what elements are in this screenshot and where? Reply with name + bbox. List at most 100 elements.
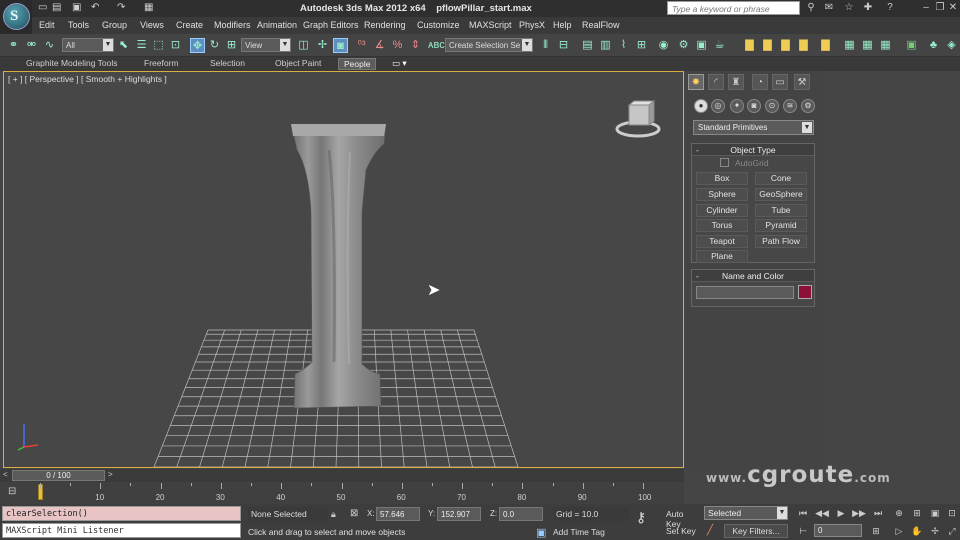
close-icon[interactable]: ✕ xyxy=(947,2,959,14)
modify-panel-tab-icon[interactable]: ◜ xyxy=(708,74,724,90)
graphite-ribbon-icon[interactable]: ▥ xyxy=(598,38,613,53)
go-to-start-icon[interactable]: ⏮ xyxy=(796,506,810,520)
systems-category-icon[interactable]: ⚙ xyxy=(801,99,815,113)
time-slider-prev-icon[interactable]: < xyxy=(3,470,8,479)
angle-snap-icon[interactable]: ∡ xyxy=(372,38,387,53)
zoom-extents-icon[interactable]: ▣ xyxy=(928,506,942,520)
cone-button[interactable]: Cone xyxy=(755,172,807,185)
unlink-selection-icon[interactable]: ⚮ xyxy=(24,38,39,53)
open-file-icon[interactable]: ▤ xyxy=(52,2,61,13)
zoom-icon[interactable]: ⊕ xyxy=(892,506,906,520)
menu-group[interactable]: Group xyxy=(102,20,127,30)
search-icon[interactable]: ⚲ xyxy=(805,2,817,14)
pan-view-icon[interactable]: ✋ xyxy=(910,524,924,538)
geometry-category-icon[interactable]: ● xyxy=(694,99,708,113)
selection-lock-icon[interactable]: 🔒︎ xyxy=(331,509,336,520)
tube-button[interactable]: Tube xyxy=(755,204,807,217)
lights-category-icon[interactable]: ✦ xyxy=(730,99,744,113)
pillar-mesh[interactable] xyxy=(4,72,684,468)
menu-rendering[interactable]: Rendering xyxy=(364,20,406,30)
tab-object-paint[interactable]: Object Paint xyxy=(275,58,321,68)
z-coordinate-field[interactable]: 0.0 xyxy=(499,507,543,521)
set-key-button[interactable]: Set Key xyxy=(663,524,703,538)
time-tag-icon[interactable]: ▣ xyxy=(536,526,546,539)
auto-key-button[interactable]: Auto Key xyxy=(663,507,703,529)
ribbon-minimize-icon[interactable]: ▭ ▾ xyxy=(392,58,407,69)
go-to-end-icon[interactable]: ⏭ xyxy=(871,506,885,520)
tab-freeform[interactable]: Freeform xyxy=(144,58,178,68)
tab-graphite-modeling-tools[interactable]: Graphite Modeling Tools xyxy=(26,58,118,68)
create-panel-tab-icon[interactable]: ✸ xyxy=(688,74,704,90)
material-editor-icon[interactable]: ◉ xyxy=(656,38,671,53)
object-color-swatch[interactable] xyxy=(798,285,812,299)
select-by-name-icon[interactable]: ☰ xyxy=(134,38,149,53)
previous-frame-icon[interactable]: ◀◀ xyxy=(815,506,829,520)
rendered-frame-window-icon[interactable]: ▣ xyxy=(694,38,709,53)
hierarchy-panel-tab-icon[interactable]: ♜ xyxy=(728,74,744,90)
project-folder-icon[interactable]: ▦ xyxy=(144,2,153,13)
motion-panel-tab-icon[interactable]: ◔ xyxy=(752,74,768,90)
set-key-mode-icon[interactable]: ⚷ xyxy=(636,509,646,526)
next-frame-icon[interactable]: ▶▶ xyxy=(852,506,866,520)
align-icon[interactable]: ⊟ xyxy=(556,38,571,53)
mirror-icon[interactable]: ⫴ xyxy=(538,38,553,53)
time-configuration-icon[interactable]: ⊞ xyxy=(869,524,883,538)
menu-graph-editors[interactable]: Graph Editors xyxy=(303,20,359,30)
tab-people[interactable]: People xyxy=(338,58,377,70)
pivot-point-center-icon[interactable]: ◫ xyxy=(296,38,311,53)
help-icon[interactable]: ? xyxy=(884,2,896,14)
maxscript-command-line[interactable]: clearSelection() xyxy=(2,506,241,521)
object-category-dropdown[interactable]: Standard Primitives ▼ xyxy=(693,120,814,135)
maximize-viewport-icon[interactable]: ⤢ xyxy=(945,524,959,538)
percent-snap-icon[interactable]: % xyxy=(390,38,405,53)
menu-tools[interactable]: Tools xyxy=(68,20,89,30)
search-input[interactable]: Type a keyword or phrase xyxy=(667,1,800,15)
utilities-panel-tab-icon[interactable]: ⚒ xyxy=(794,74,810,90)
plane-button[interactable]: Plane xyxy=(696,250,748,263)
name-and-color-rollout-header[interactable]: - Name and Color xyxy=(692,270,814,282)
object-type-rollout-header[interactable]: - Object Type xyxy=(692,144,814,156)
undo-icon[interactable]: ↶ xyxy=(91,2,99,13)
cylinder-button[interactable]: Cylinder xyxy=(696,204,748,217)
favorites-star-icon[interactable]: ☆ xyxy=(843,2,855,14)
perspective-viewport[interactable]: [ + ] [ Perspective ] [ Smooth + Highlig… xyxy=(3,71,684,468)
schematic-view-icon[interactable]: ⊞ xyxy=(634,38,649,53)
sphere-button[interactable]: Sphere xyxy=(696,188,748,201)
menu-modifiers[interactable]: Modifiers xyxy=(214,20,251,30)
menu-realflow[interactable]: RealFlow xyxy=(582,20,620,30)
toolbar-extra-5-icon[interactable]: ▇ xyxy=(818,38,833,53)
toolbar-extra-2-icon[interactable]: ▇ xyxy=(760,38,775,53)
play-icon[interactable]: ▶ xyxy=(834,506,848,520)
toolbar-extra-3-icon[interactable]: ▇ xyxy=(778,38,793,53)
layer-manager-icon[interactable]: ▤ xyxy=(580,38,595,53)
toolbar-extra-6-icon[interactable]: ▦ xyxy=(842,38,857,53)
shapes-category-icon[interactable]: ◎ xyxy=(711,99,725,113)
geosphere-button[interactable]: GeoSphere xyxy=(755,188,807,201)
select-and-rotate-icon[interactable]: ↻ xyxy=(207,38,222,53)
named-selection-dropdown[interactable]: Create Selection Se ▼ xyxy=(445,38,533,52)
subscription-icon[interactable]: ✚ xyxy=(862,2,874,14)
menu-help[interactable]: Help xyxy=(553,20,572,30)
pyramid-button[interactable]: Pyramid xyxy=(755,219,807,232)
y-coordinate-field[interactable]: 152.907 xyxy=(437,507,481,521)
toolbar-extra-4-icon[interactable]: ▇ xyxy=(796,38,811,53)
toolbar-extra-9-icon[interactable]: ▣ xyxy=(904,38,919,53)
box-button[interactable]: Box xyxy=(696,172,748,185)
object-name-field[interactable] xyxy=(696,286,794,299)
menu-customize[interactable]: Customize xyxy=(417,20,460,30)
selection-filter-dropdown[interactable]: All ▼ xyxy=(62,38,114,52)
window-crossing-icon[interactable]: ⊡ xyxy=(168,38,183,53)
spinner-snap-icon[interactable]: ⇕ xyxy=(408,38,423,53)
select-and-move-icon[interactable]: ✥ xyxy=(190,38,205,53)
mini-curve-editor-icon[interactable]: ⊟ xyxy=(8,486,16,497)
menu-animation[interactable]: Animation xyxy=(257,20,297,30)
toolbar-extra-11-icon[interactable]: ◈ xyxy=(944,38,959,53)
edit-named-selection-icon[interactable]: ᴀʙᴄ xyxy=(428,38,445,53)
x-coordinate-field[interactable]: 57.646 xyxy=(376,507,420,521)
display-panel-tab-icon[interactable]: ▭ xyxy=(772,74,788,90)
new-scene-icon[interactable]: ▭ xyxy=(38,2,47,13)
menu-maxscript[interactable]: MAXScript xyxy=(469,20,512,30)
menu-edit[interactable]: Edit xyxy=(39,20,55,30)
autogrid-checkbox[interactable]: AutoGrid xyxy=(720,158,769,168)
select-object-icon[interactable]: ⬉ xyxy=(116,38,131,53)
